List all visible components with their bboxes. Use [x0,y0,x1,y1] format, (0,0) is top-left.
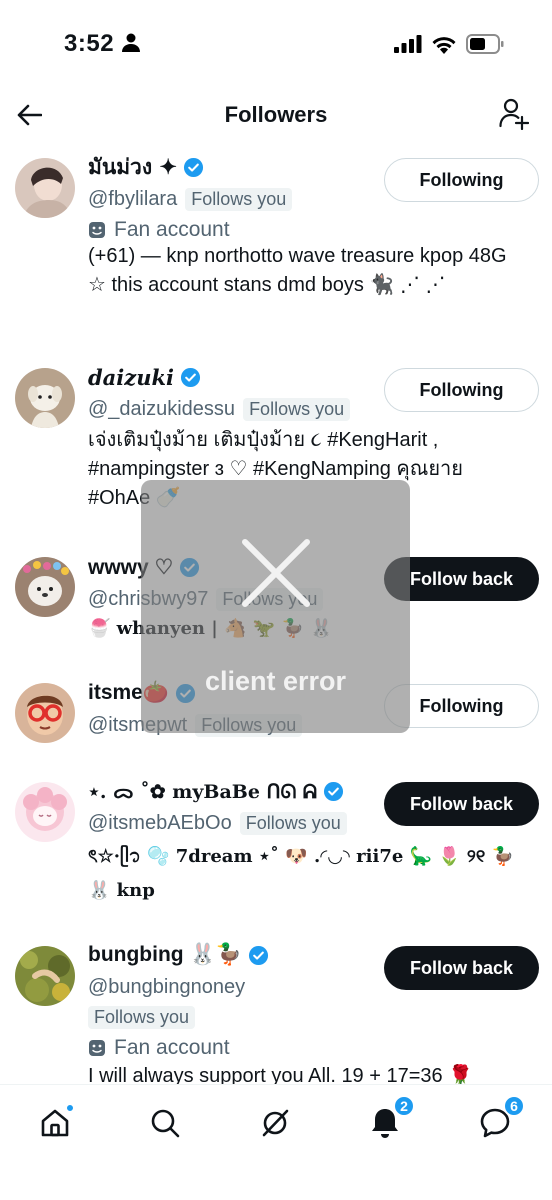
header: Followers [0,90,552,146]
verified-badge-icon [180,367,201,387]
theater-masks-icon [89,222,105,238]
list-item[interactable]: มันม่วง ✦ @fbylilara Follows you Fan acc… [0,150,552,360]
follows-you-badge: Follows you [88,1005,196,1029]
tab-notifications[interactable]: 2 [365,1095,415,1143]
avatar[interactable] [15,158,75,218]
notifications-badge: 2 [393,1095,415,1117]
avatar[interactable] [15,946,75,1006]
theater-masks-icon [89,1040,105,1056]
avatar[interactable] [15,368,75,428]
display-name: daizuki [88,364,174,390]
tab-grok[interactable] [255,1103,295,1143]
avatar[interactable] [15,683,75,743]
handle: @bungbingnoney [88,975,246,998]
display-name: มันม่วง ✦ [88,153,177,179]
cellular-signal-icon [394,35,422,58]
tab-search[interactable] [145,1103,185,1143]
fan-account-text: Fan account [114,218,230,241]
grok-icon [262,1109,289,1137]
avatar[interactable] [15,782,75,842]
wifi-icon [431,35,457,59]
follows-you-badge: Follows you [185,187,293,211]
follows-you-badge: Follows you [243,397,351,421]
verified-badge-icon [323,781,344,801]
fan-account-label: Fan account [88,216,378,244]
fan-account-text: Fan account [114,1036,230,1059]
handle: @itsmebAEbOo [88,811,232,834]
messages-badge: 6 [503,1095,525,1117]
follows-you-badge: Follows you [239,811,347,835]
search-icon [151,1109,180,1138]
close-icon [242,539,310,607]
follow-back-button[interactable]: Follow back [384,946,539,990]
fan-account-label: Fan account [88,1034,378,1062]
display-name: bungbing 🐰🦆 [88,943,242,966]
add-user-button[interactable] [496,96,532,132]
tab-messages[interactable]: 6 [475,1095,525,1143]
notification-dot [65,1103,75,1113]
handle: @fbylilara [88,187,178,210]
error-message: client error [204,666,347,696]
list-item[interactable]: bungbing 🐰🦆 @bungbingnoney Follows you F… [0,940,552,1084]
following-button[interactable]: Following [384,158,539,202]
following-button[interactable]: Following [384,368,539,412]
tab-home[interactable] [35,1103,75,1143]
bio: ৎ☆·ᥫ᭡ 🫧 7dream ⋆˚ 🐶 .◜◡◝ rii7e 🦕 🌷 ୨୧ 🦆 … [88,846,514,901]
follow-back-button[interactable]: Follow back [384,782,539,826]
status-icons [394,34,504,59]
bottom-tab-bar: 2 6 [0,1084,552,1200]
display-name: ⋆. ᯅ ˚✿ myBaBe ᑎᘏ ᕱ [88,781,317,803]
bio: I will always support you All. 19 + 17=3… [88,1065,474,1084]
person-icon [122,33,140,58]
verified-badge-icon [183,157,204,177]
avatar[interactable] [15,557,75,617]
error-overlay: client error [141,480,410,733]
status-time: 3:52 [64,30,115,57]
status-bar: 3:52 [0,0,552,90]
list-item[interactable]: ⋆. ᯅ ˚✿ myBaBe ᑎᘏ ᕱ @itsmebAEbOo Follows… [0,776,552,936]
page-title: Followers [224,102,328,127]
verified-badge-icon [248,945,268,965]
handle: @_daizukidessu [88,397,236,420]
add-user-icon [499,98,529,130]
bio: (+61) — knp northotto wave treasure kpop… [88,245,507,296]
battery-icon [466,34,504,59]
